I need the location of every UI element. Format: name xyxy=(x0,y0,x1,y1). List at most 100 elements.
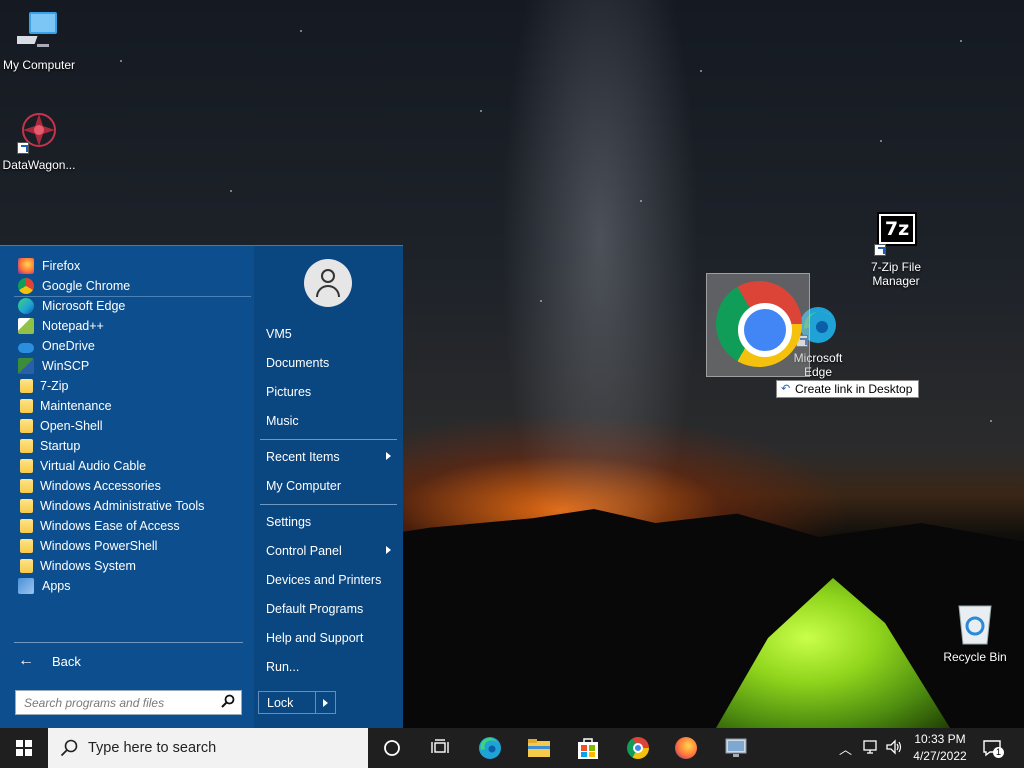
chevron-up-icon[interactable]: ︿ xyxy=(839,739,852,758)
star xyxy=(120,60,122,62)
program-firefox[interactable]: Firefox xyxy=(14,256,250,276)
folder-icon xyxy=(20,499,33,513)
lock-label: Lock xyxy=(267,695,294,710)
place-label: Help and Support xyxy=(266,631,364,645)
shortcut-arrow-icon xyxy=(874,244,886,256)
taskbar-edge[interactable] xyxy=(466,728,514,768)
program-label: 7-Zip xyxy=(40,379,69,393)
folder-windows-ease-of-access[interactable]: Windows Ease of Access xyxy=(14,516,250,536)
place-devices-and-printers[interactable]: Devices and Printers xyxy=(259,568,397,592)
apps-icon xyxy=(18,578,34,594)
submenu-arrow-icon xyxy=(386,452,391,460)
place-label: Default Programs xyxy=(266,602,364,616)
drag-tooltip: ↶ Create link in Desktop xyxy=(776,380,920,398)
program-label: Open-Shell xyxy=(40,419,103,433)
place-my-computer[interactable]: My Computer xyxy=(259,474,397,498)
place-label: VM5 xyxy=(266,327,292,341)
volume-icon[interactable] xyxy=(885,739,903,755)
place-music[interactable]: Music xyxy=(259,409,397,433)
place-pictures[interactable]: Pictures xyxy=(259,380,397,404)
task-view-button[interactable] xyxy=(416,728,464,768)
taskbar-remote-desktop[interactable] xyxy=(712,728,760,768)
notification-center-button[interactable]: 1 xyxy=(982,738,1004,758)
places-separator xyxy=(260,504,397,505)
shortcut-arrow-icon xyxy=(17,142,29,154)
star xyxy=(300,30,302,32)
taskbar-file-explorer[interactable] xyxy=(515,728,563,768)
shutdown-options-arrow[interactable] xyxy=(316,691,336,714)
place-vm5[interactable]: VM5 xyxy=(259,322,397,346)
program-microsoft-edge[interactable]: Microsoft Edge xyxy=(14,296,250,316)
folder-virtual-audio-cable[interactable]: Virtual Audio Cable xyxy=(14,456,250,476)
place-label: Run... xyxy=(266,660,300,674)
desktop-icon-datawagon[interactable]: DataWagon... xyxy=(1,110,77,172)
taskbar-clock[interactable]: 10:33 PM 4/27/2022 xyxy=(905,731,975,765)
program-label: Windows Administrative Tools xyxy=(40,499,205,513)
place-default-programs[interactable]: Default Programs xyxy=(259,597,397,621)
start-menu: Firefox Google Chrome Microsoft Edge Not… xyxy=(0,245,403,729)
folder-windows-powershell[interactable]: Windows PowerShell xyxy=(14,536,250,556)
folder-open-shell[interactable]: Open-Shell xyxy=(14,416,250,436)
program-apps[interactable]: Apps xyxy=(14,576,250,596)
program-label: OneDrive xyxy=(42,339,95,353)
program-label: Startup xyxy=(40,439,81,453)
place-label: Settings xyxy=(266,515,312,529)
start-button[interactable] xyxy=(0,728,48,768)
program-notepadpp[interactable]: Notepad++ xyxy=(14,316,250,336)
recycle-bin-icon xyxy=(953,602,997,646)
submenu-arrow-icon xyxy=(386,546,391,554)
desktop-icon-label: DataWagon... xyxy=(2,158,76,172)
winscp-icon xyxy=(18,358,34,374)
program-label: Virtual Audio Cable xyxy=(40,459,147,473)
back-label: Back xyxy=(52,653,81,669)
place-run[interactable]: Run... xyxy=(259,655,397,679)
user-avatar[interactable] xyxy=(304,259,352,307)
computer-icon xyxy=(8,10,61,54)
folder-windows-administrative-tools[interactable]: Windows Administrative Tools xyxy=(14,496,250,516)
place-label: Pictures xyxy=(266,385,312,399)
place-control-panel[interactable]: Control Panel xyxy=(259,539,397,563)
folder-windows-accessories[interactable]: Windows Accessories xyxy=(14,476,250,496)
link-icon: ↶ xyxy=(781,383,791,395)
taskbar-search-box[interactable]: Type here to search xyxy=(48,728,368,768)
place-help-and-support[interactable]: Help and Support xyxy=(259,626,397,650)
program-winscp[interactable]: WinSCP xyxy=(14,356,250,376)
cortana-button[interactable] xyxy=(368,728,416,768)
folder-icon xyxy=(20,559,33,573)
place-settings[interactable]: Settings xyxy=(259,510,397,534)
notepadpp-icon xyxy=(18,318,34,334)
taskbar-chrome[interactable] xyxy=(614,728,662,768)
desktop-icon-recycle-bin[interactable]: Recycle Bin xyxy=(937,602,1013,664)
folder-startup[interactable]: Startup xyxy=(14,436,250,456)
back-separator xyxy=(14,642,243,643)
lock-button[interactable]: Lock xyxy=(258,691,316,714)
firefox-icon xyxy=(18,258,34,274)
program-google-chrome[interactable]: Google Chrome xyxy=(14,276,250,296)
desktop-icon-my-computer[interactable]: My Computer xyxy=(1,10,77,72)
desktop-icon-label: My Computer xyxy=(2,58,76,72)
taskbar-store[interactable] xyxy=(564,728,612,768)
user-head-icon xyxy=(321,269,335,283)
program-label: Firefox xyxy=(42,259,81,273)
star xyxy=(640,200,642,202)
cortana-icon xyxy=(384,740,400,756)
place-documents[interactable]: Documents xyxy=(259,351,397,375)
folder-maintenance[interactable]: Maintenance xyxy=(14,396,250,416)
desktop-icon-7zip[interactable]: 7z 7-Zip File Manager xyxy=(858,212,934,288)
network-icon[interactable] xyxy=(862,739,880,755)
star xyxy=(540,300,542,302)
place-recent-items[interactable]: Recent Items xyxy=(259,445,397,469)
back-button[interactable]: ← Back xyxy=(14,650,244,672)
folder-icon xyxy=(20,439,33,453)
taskbar-firefox[interactable] xyxy=(662,728,710,768)
start-search-input[interactable]: Search programs and files xyxy=(15,690,242,715)
folder-icon xyxy=(20,379,33,393)
program-onedrive[interactable]: OneDrive xyxy=(14,336,250,356)
folder-7zip[interactable]: 7-Zip xyxy=(14,376,250,396)
program-label: Microsoft Edge xyxy=(42,299,126,313)
program-label: Windows PowerShell xyxy=(40,539,158,553)
clock-date: 4/27/2022 xyxy=(913,749,967,763)
drag-tooltip-text: Create link in Desktop xyxy=(795,382,913,396)
folder-icon xyxy=(20,399,33,413)
folder-windows-system[interactable]: Windows System xyxy=(14,556,250,576)
